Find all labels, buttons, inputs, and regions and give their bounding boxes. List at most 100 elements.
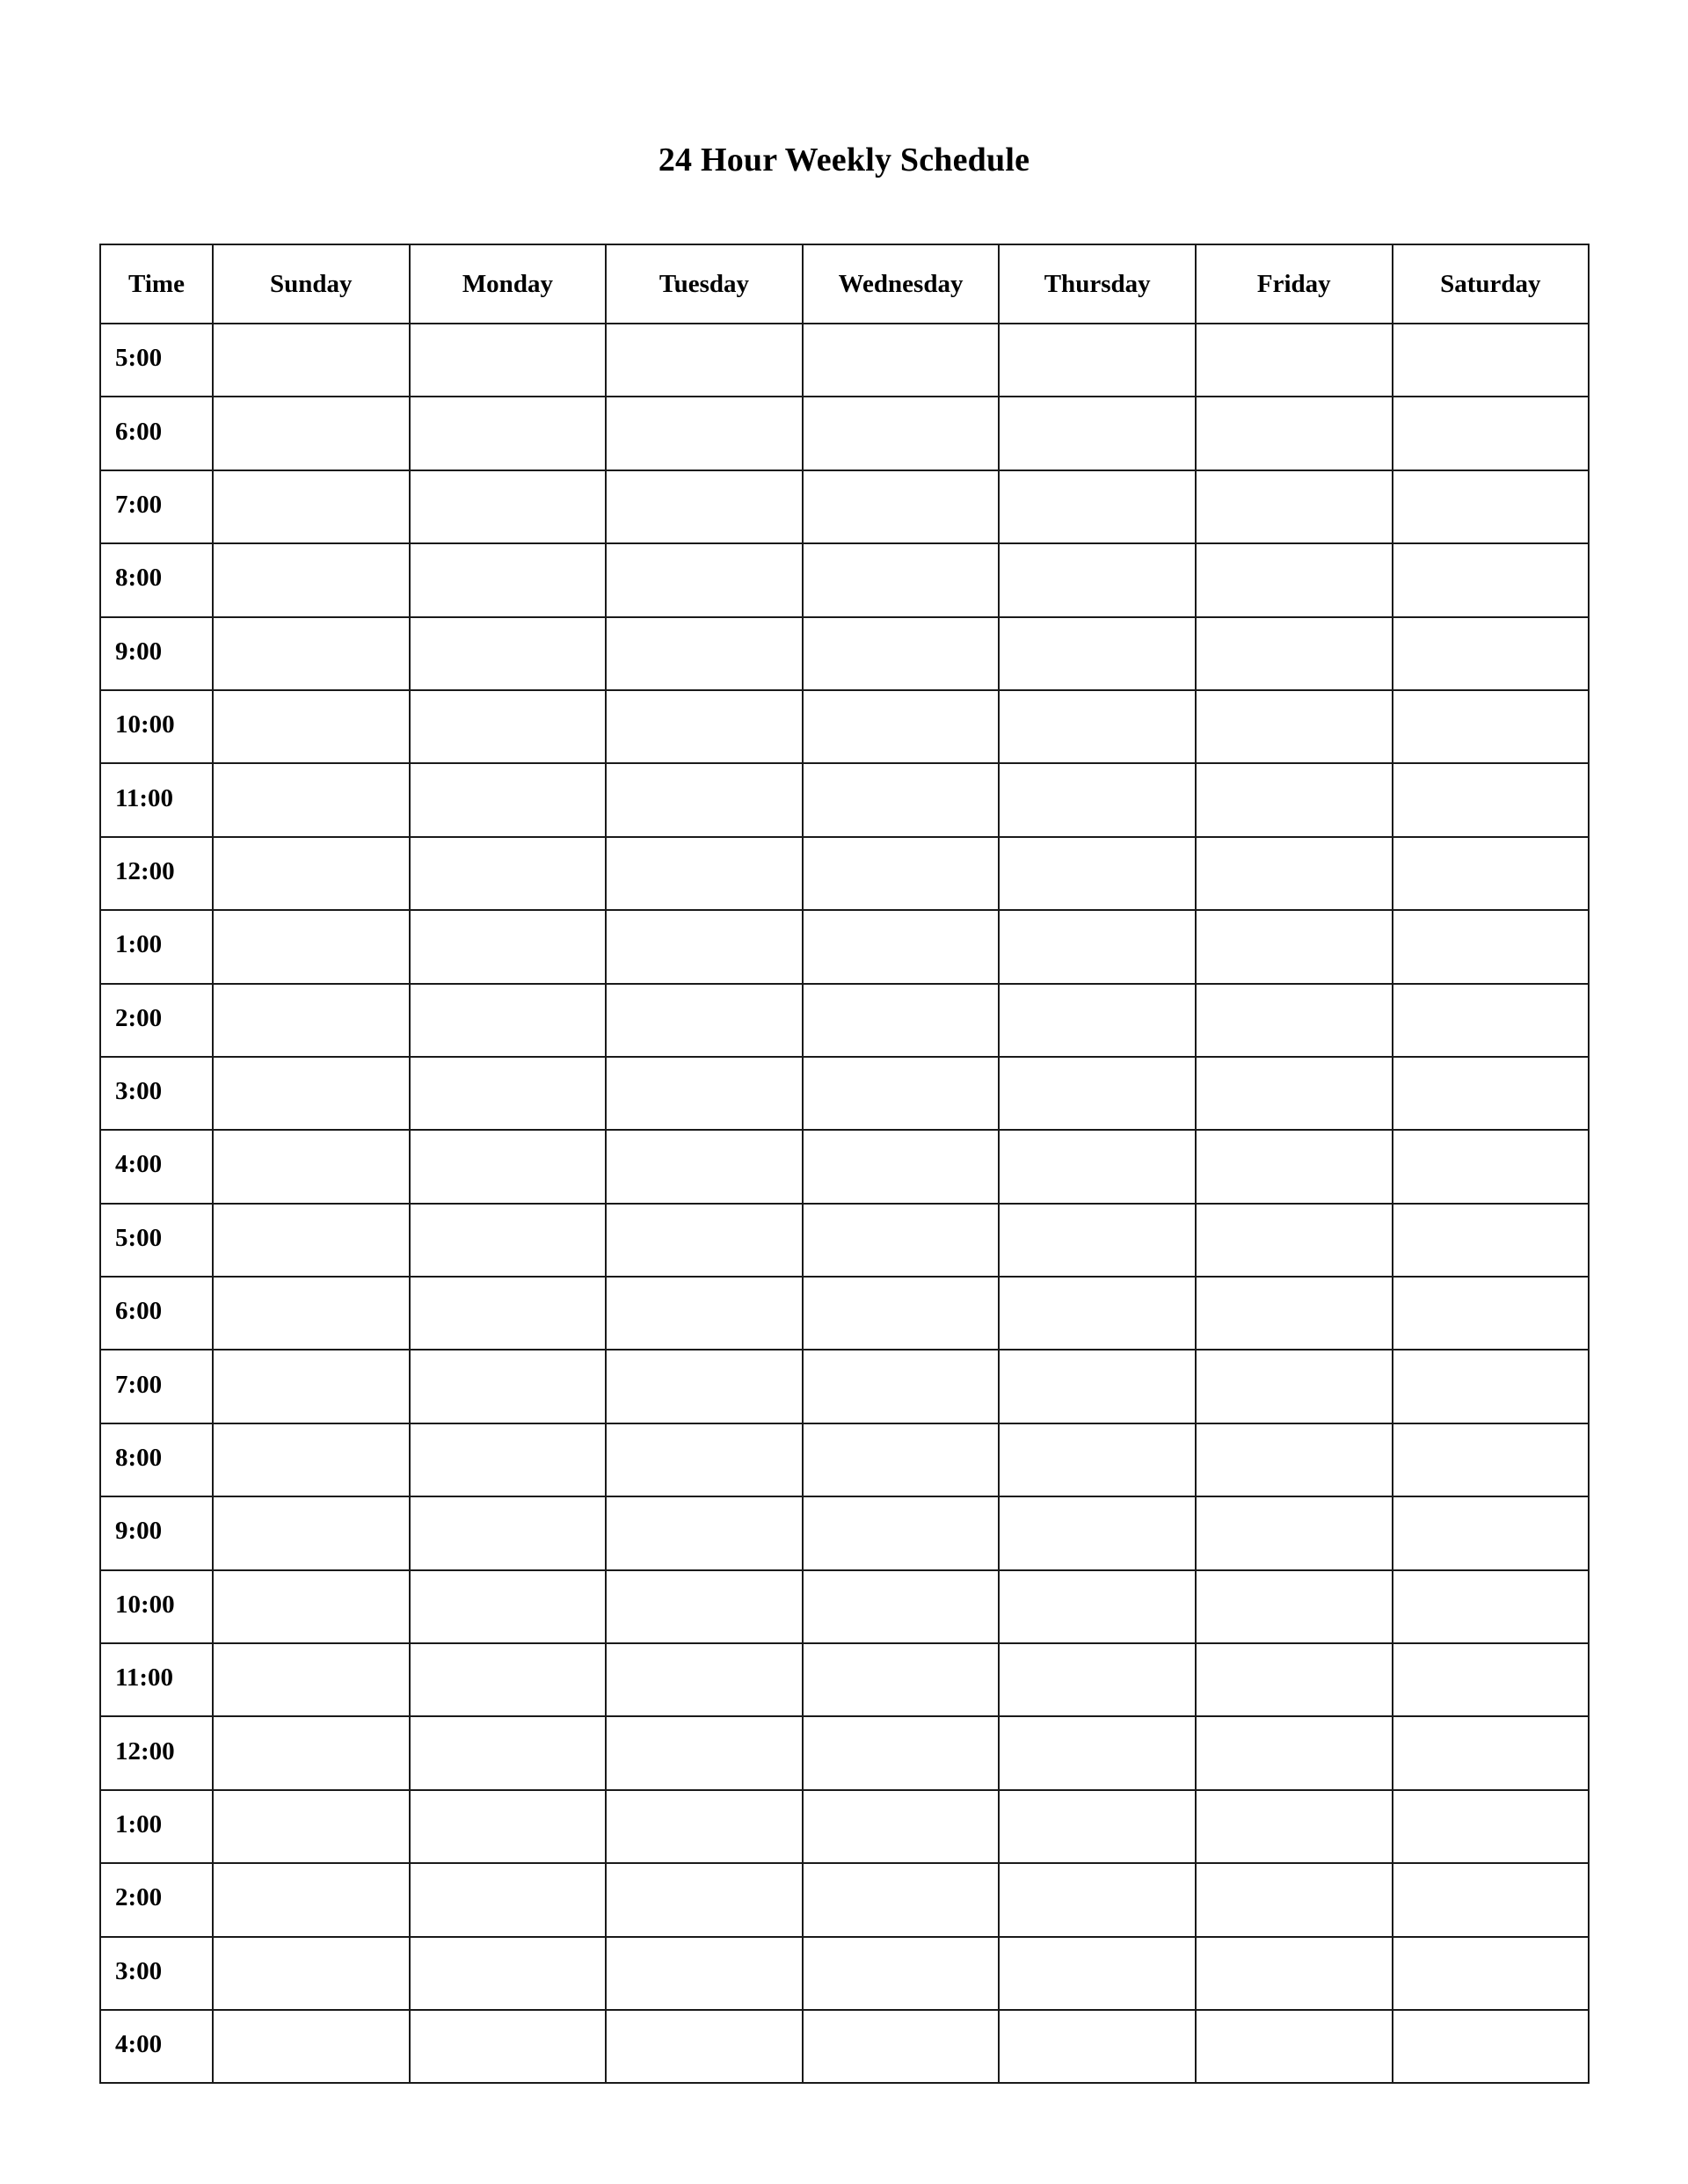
schedule-slot-wednesday-1100[interactable]: [801, 762, 1000, 838]
schedule-slot-thursday-300[interactable]: [998, 1935, 1197, 2011]
schedule-slot-saturday-1100[interactable]: [1391, 1642, 1590, 1718]
schedule-slot-sunday-500[interactable]: [212, 1202, 411, 1278]
schedule-slot-monday-500[interactable]: [408, 322, 608, 398]
schedule-slot-sunday-200[interactable]: [212, 982, 411, 1058]
schedule-slot-saturday-300[interactable]: [1391, 1935, 1590, 2011]
schedule-slot-monday-1200[interactable]: [408, 835, 608, 912]
schedule-slot-wednesday-1100[interactable]: [801, 1642, 1000, 1718]
schedule-slot-monday-300[interactable]: [408, 1935, 608, 2011]
schedule-slot-tuesday-100[interactable]: [605, 909, 804, 985]
schedule-slot-tuesday-700[interactable]: [605, 469, 804, 545]
schedule-slot-tuesday-500[interactable]: [605, 1202, 804, 1278]
schedule-slot-thursday-800[interactable]: [998, 1422, 1197, 1498]
schedule-slot-wednesday-700[interactable]: [801, 1349, 1000, 1424]
schedule-slot-saturday-800[interactable]: [1391, 542, 1590, 618]
schedule-slot-tuesday-300[interactable]: [605, 1935, 804, 2011]
schedule-slot-wednesday-100[interactable]: [801, 909, 1000, 985]
schedule-slot-sunday-400[interactable]: [212, 1129, 411, 1205]
schedule-slot-thursday-600[interactable]: [998, 1276, 1197, 1351]
schedule-slot-sunday-400[interactable]: [212, 2008, 411, 2085]
schedule-slot-thursday-1000[interactable]: [998, 1569, 1197, 1645]
schedule-slot-friday-200[interactable]: [1194, 1862, 1393, 1938]
schedule-slot-wednesday-900[interactable]: [801, 615, 1000, 691]
schedule-slot-saturday-900[interactable]: [1391, 1496, 1590, 1571]
schedule-slot-monday-300[interactable]: [408, 1055, 608, 1132]
schedule-slot-tuesday-700[interactable]: [605, 1349, 804, 1424]
schedule-slot-monday-700[interactable]: [408, 469, 608, 545]
schedule-slot-friday-400[interactable]: [1194, 2008, 1393, 2085]
schedule-slot-sunday-900[interactable]: [212, 615, 411, 691]
schedule-slot-thursday-1200[interactable]: [998, 1715, 1197, 1791]
schedule-slot-thursday-600[interactable]: [998, 396, 1197, 471]
schedule-slot-thursday-800[interactable]: [998, 542, 1197, 618]
schedule-slot-friday-1100[interactable]: [1194, 1642, 1393, 1718]
schedule-slot-wednesday-600[interactable]: [801, 1276, 1000, 1351]
schedule-slot-thursday-400[interactable]: [998, 1129, 1197, 1205]
schedule-slot-saturday-200[interactable]: [1391, 1862, 1590, 1938]
schedule-slot-saturday-200[interactable]: [1391, 982, 1590, 1058]
schedule-slot-friday-900[interactable]: [1194, 615, 1393, 691]
schedule-slot-saturday-700[interactable]: [1391, 1349, 1590, 1424]
schedule-slot-saturday-400[interactable]: [1391, 1129, 1590, 1205]
schedule-slot-wednesday-800[interactable]: [801, 542, 1000, 618]
schedule-slot-thursday-500[interactable]: [998, 1202, 1197, 1278]
schedule-slot-tuesday-600[interactable]: [605, 396, 804, 471]
schedule-slot-monday-900[interactable]: [408, 615, 608, 691]
schedule-slot-saturday-600[interactable]: [1391, 1276, 1590, 1351]
schedule-slot-thursday-1000[interactable]: [998, 688, 1197, 765]
schedule-slot-sunday-800[interactable]: [212, 1422, 411, 1498]
schedule-slot-friday-800[interactable]: [1194, 542, 1393, 618]
schedule-slot-friday-100[interactable]: [1194, 1788, 1393, 1865]
schedule-slot-tuesday-900[interactable]: [605, 1496, 804, 1571]
schedule-slot-friday-800[interactable]: [1194, 1422, 1393, 1498]
schedule-slot-wednesday-700[interactable]: [801, 469, 1000, 545]
schedule-slot-friday-1000[interactable]: [1194, 688, 1393, 765]
schedule-slot-tuesday-500[interactable]: [605, 322, 804, 398]
schedule-slot-monday-800[interactable]: [408, 1422, 608, 1498]
schedule-slot-sunday-1200[interactable]: [212, 1715, 411, 1791]
schedule-slot-sunday-600[interactable]: [212, 1276, 411, 1351]
schedule-slot-thursday-900[interactable]: [998, 615, 1197, 691]
schedule-slot-wednesday-1200[interactable]: [801, 835, 1000, 912]
schedule-slot-sunday-700[interactable]: [212, 469, 411, 545]
schedule-slot-saturday-100[interactable]: [1391, 909, 1590, 985]
schedule-slot-monday-900[interactable]: [408, 1496, 608, 1571]
schedule-slot-monday-500[interactable]: [408, 1202, 608, 1278]
schedule-slot-thursday-500[interactable]: [998, 322, 1197, 398]
schedule-slot-thursday-700[interactable]: [998, 1349, 1197, 1424]
schedule-slot-friday-200[interactable]: [1194, 982, 1393, 1058]
schedule-slot-thursday-1100[interactable]: [998, 1642, 1197, 1718]
schedule-slot-saturday-600[interactable]: [1391, 396, 1590, 471]
schedule-slot-wednesday-1000[interactable]: [801, 1569, 1000, 1645]
schedule-slot-saturday-300[interactable]: [1391, 1055, 1590, 1132]
schedule-slot-saturday-700[interactable]: [1391, 469, 1590, 545]
schedule-slot-wednesday-200[interactable]: [801, 982, 1000, 1058]
schedule-slot-tuesday-1100[interactable]: [605, 762, 804, 838]
schedule-slot-sunday-800[interactable]: [212, 542, 411, 618]
schedule-slot-tuesday-800[interactable]: [605, 1422, 804, 1498]
schedule-slot-sunday-700[interactable]: [212, 1349, 411, 1424]
schedule-slot-wednesday-500[interactable]: [801, 322, 1000, 398]
schedule-slot-thursday-100[interactable]: [998, 1788, 1197, 1865]
schedule-slot-sunday-900[interactable]: [212, 1496, 411, 1571]
schedule-slot-thursday-700[interactable]: [998, 469, 1197, 545]
schedule-slot-wednesday-200[interactable]: [801, 1862, 1000, 1938]
schedule-slot-tuesday-900[interactable]: [605, 615, 804, 691]
schedule-slot-thursday-1200[interactable]: [998, 835, 1197, 912]
schedule-slot-saturday-400[interactable]: [1391, 2008, 1590, 2085]
schedule-slot-tuesday-400[interactable]: [605, 1129, 804, 1205]
schedule-slot-sunday-1000[interactable]: [212, 688, 411, 765]
schedule-slot-friday-100[interactable]: [1194, 909, 1393, 985]
schedule-slot-wednesday-600[interactable]: [801, 396, 1000, 471]
schedule-slot-saturday-1100[interactable]: [1391, 762, 1590, 838]
schedule-slot-sunday-1000[interactable]: [212, 1569, 411, 1645]
schedule-slot-wednesday-400[interactable]: [801, 2008, 1000, 2085]
schedule-slot-sunday-100[interactable]: [212, 909, 411, 985]
schedule-slot-tuesday-1000[interactable]: [605, 1569, 804, 1645]
schedule-slot-tuesday-300[interactable]: [605, 1055, 804, 1132]
schedule-slot-friday-300[interactable]: [1194, 1935, 1393, 2011]
schedule-slot-wednesday-800[interactable]: [801, 1422, 1000, 1498]
schedule-slot-monday-100[interactable]: [408, 909, 608, 985]
schedule-slot-sunday-300[interactable]: [212, 1055, 411, 1132]
schedule-slot-friday-600[interactable]: [1194, 1276, 1393, 1351]
